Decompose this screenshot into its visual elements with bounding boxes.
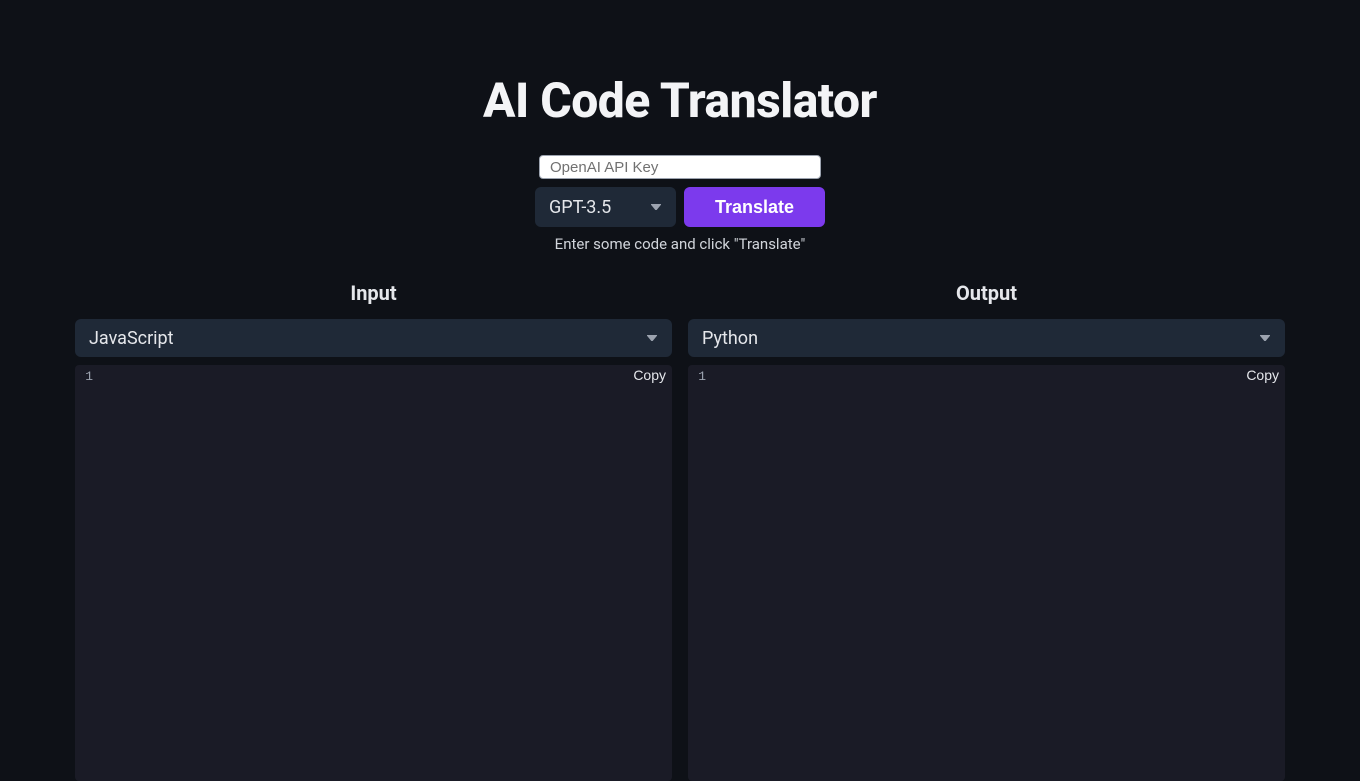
input-copy-button[interactable]: Copy <box>631 367 668 383</box>
output-language-select[interactable]: Python <box>688 319 1285 357</box>
page-title: AI Code Translator <box>483 72 877 129</box>
output-code-editor[interactable]: 1 Copy <box>688 365 1285 781</box>
output-heading: Output <box>688 281 1285 305</box>
input-panel: Input JavaScript 1 Copy <box>75 281 672 781</box>
chevron-down-icon <box>646 332 658 344</box>
input-language-select[interactable]: JavaScript <box>75 319 672 357</box>
hint-text: Enter some code and click "Translate" <box>555 235 806 253</box>
output-copy-button[interactable]: Copy <box>1244 367 1281 383</box>
model-select-label: GPT-3.5 <box>549 197 650 218</box>
input-language-label: JavaScript <box>89 328 646 349</box>
input-heading: Input <box>75 281 672 305</box>
controls-row: GPT-3.5 Translate <box>535 187 825 227</box>
output-panel: Output Python 1 Copy <box>688 281 1285 781</box>
output-line-number: 1 <box>688 367 712 387</box>
chevron-down-icon <box>1259 332 1271 344</box>
translate-button[interactable]: Translate <box>684 187 825 227</box>
api-key-input[interactable] <box>539 155 821 179</box>
input-code-editor[interactable]: 1 Copy <box>75 365 672 781</box>
output-language-label: Python <box>702 328 1259 349</box>
chevron-down-icon <box>650 201 662 213</box>
input-line-number: 1 <box>75 367 99 387</box>
panels: Input JavaScript 1 Copy Output Python <box>75 281 1285 781</box>
model-select[interactable]: GPT-3.5 <box>535 187 676 227</box>
